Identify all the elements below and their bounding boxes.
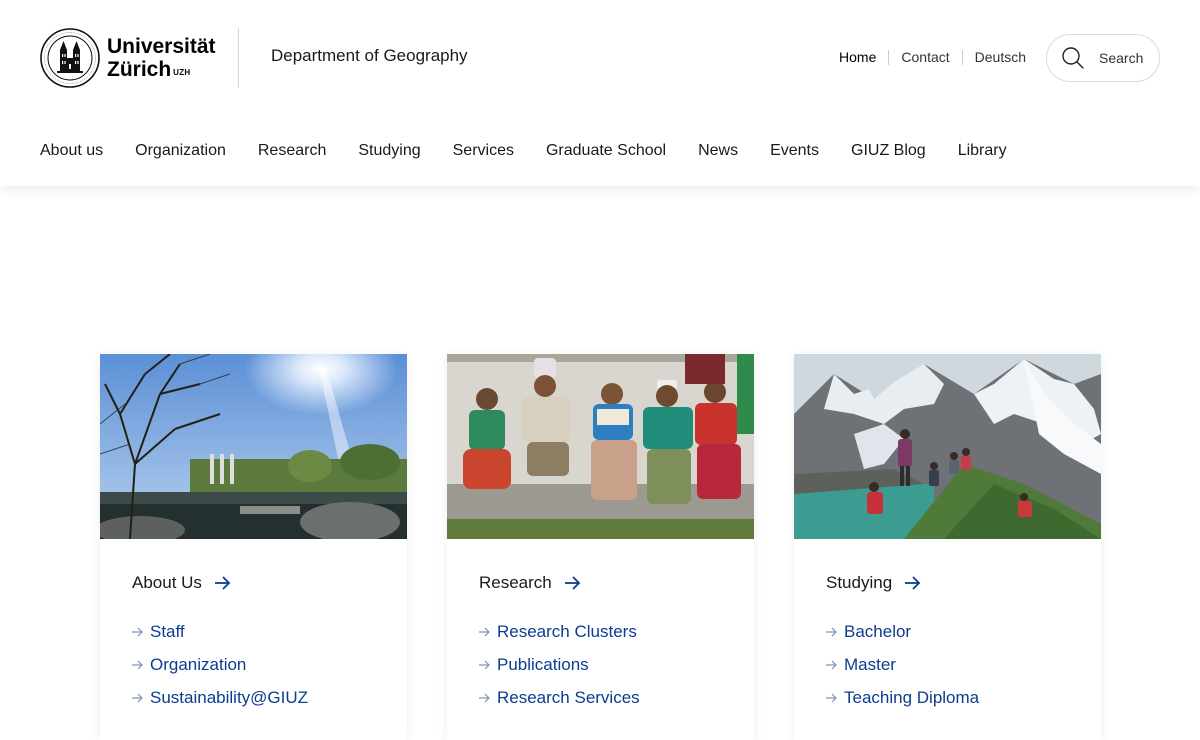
link-sustainability[interactable]: Sustainability@GIUZ — [150, 688, 308, 708]
list-item: Publications — [479, 648, 722, 681]
search-label: Search — [1099, 50, 1144, 66]
uzh-wordmark: Universität Zürich UZH — [107, 35, 216, 81]
link-organization[interactable]: Organization — [150, 655, 246, 675]
arrow-right-icon — [479, 693, 490, 702]
link-research-clusters[interactable]: Research Clusters — [497, 622, 637, 642]
card-image-mountains[interactable] — [794, 354, 1101, 539]
park-photo — [100, 354, 407, 539]
card-studying: Studying Bachelor Master Teaching Diplom… — [794, 354, 1101, 740]
search-button[interactable]: Search — [1046, 34, 1160, 82]
card-title-about-us[interactable]: About Us — [132, 573, 375, 593]
wordmark-line1: Universität — [107, 35, 216, 58]
arrow-right-icon — [826, 627, 837, 636]
arrow-right-icon — [479, 660, 490, 669]
people-photo — [447, 354, 754, 539]
card-link-list: Research Clusters Publications Research … — [479, 615, 722, 714]
card-about-us: About Us Staff Organization Sustainabili… — [100, 354, 407, 740]
site-header: Universität Zürich UZH Department of Geog… — [0, 0, 1200, 186]
nav-services[interactable]: Services — [453, 142, 514, 160]
nav-graduate-school[interactable]: Graduate School — [546, 142, 666, 160]
arrow-right-icon — [132, 693, 143, 702]
utility-divider — [961, 49, 963, 65]
arrow-right-icon — [564, 576, 581, 590]
nav-giuz-blog[interactable]: GIUZ Blog — [851, 142, 926, 160]
link-research-services[interactable]: Research Services — [497, 688, 640, 708]
link-bachelor[interactable]: Bachelor — [844, 622, 911, 642]
main-nav: About us Organization Research Studying … — [40, 142, 1039, 160]
link-publications[interactable]: Publications — [497, 655, 589, 675]
link-master[interactable]: Master — [844, 655, 896, 675]
arrow-right-icon — [826, 693, 837, 702]
arrow-right-icon — [214, 576, 231, 590]
utility-home-link[interactable]: Home — [839, 49, 876, 65]
utility-contact-link[interactable]: Contact — [901, 49, 949, 65]
utility-nav: Home Contact Deutsch — [839, 49, 1026, 65]
nav-events[interactable]: Events — [770, 142, 819, 160]
list-item: Bachelor — [826, 615, 1069, 648]
brand-divider — [238, 28, 239, 88]
nav-studying[interactable]: Studying — [358, 142, 420, 160]
list-item: Staff — [132, 615, 375, 648]
card-link-list: Bachelor Master Teaching Diploma — [826, 615, 1069, 714]
card-link-list: Staff Organization Sustainability@GIUZ — [132, 615, 375, 714]
mountain-photo — [794, 354, 1101, 539]
list-item: Master — [826, 648, 1069, 681]
nav-organization[interactable]: Organization — [135, 142, 226, 160]
arrow-right-icon — [479, 627, 490, 636]
arrow-right-icon — [826, 660, 837, 669]
card-title-research[interactable]: Research — [479, 573, 722, 593]
link-teaching-diploma[interactable]: Teaching Diploma — [844, 688, 979, 708]
wordmark-line2: Zürich — [107, 58, 172, 81]
link-staff[interactable]: Staff — [150, 622, 185, 642]
nav-about-us[interactable]: About us — [40, 142, 103, 160]
nav-library[interactable]: Library — [958, 142, 1007, 160]
arrow-right-icon — [905, 576, 921, 590]
card-research: Research Research Clusters Publications — [447, 354, 754, 740]
nav-research[interactable]: Research — [258, 142, 326, 160]
list-item: Research Services — [479, 681, 722, 714]
card-image-park[interactable] — [100, 354, 407, 539]
card-image-people[interactable] — [447, 354, 754, 539]
utility-language-link[interactable]: Deutsch — [975, 49, 1026, 65]
card-title-text: About Us — [132, 573, 202, 592]
list-item: Sustainability@GIUZ — [132, 681, 375, 714]
teaser-cards: About Us Staff Organization Sustainabili… — [100, 354, 1101, 740]
arrow-right-icon — [132, 627, 143, 636]
utility-divider — [888, 49, 890, 65]
list-item: Teaching Diploma — [826, 681, 1069, 714]
list-item: Organization — [132, 648, 375, 681]
card-title-studying[interactable]: Studying — [826, 573, 1069, 593]
list-item: Research Clusters — [479, 615, 722, 648]
card-title-text: Studying — [826, 573, 893, 592]
search-icon — [1062, 47, 1084, 69]
arrow-right-icon — [132, 660, 143, 669]
nav-news[interactable]: News — [698, 142, 738, 160]
uzh-seal-icon — [40, 28, 100, 88]
department-title[interactable]: Department of Geography — [271, 46, 468, 66]
card-title-text: Research — [479, 573, 552, 592]
uzh-logo-link[interactable]: Universität Zürich UZH — [40, 28, 216, 88]
wordmark-sup: UZH — [173, 68, 191, 77]
